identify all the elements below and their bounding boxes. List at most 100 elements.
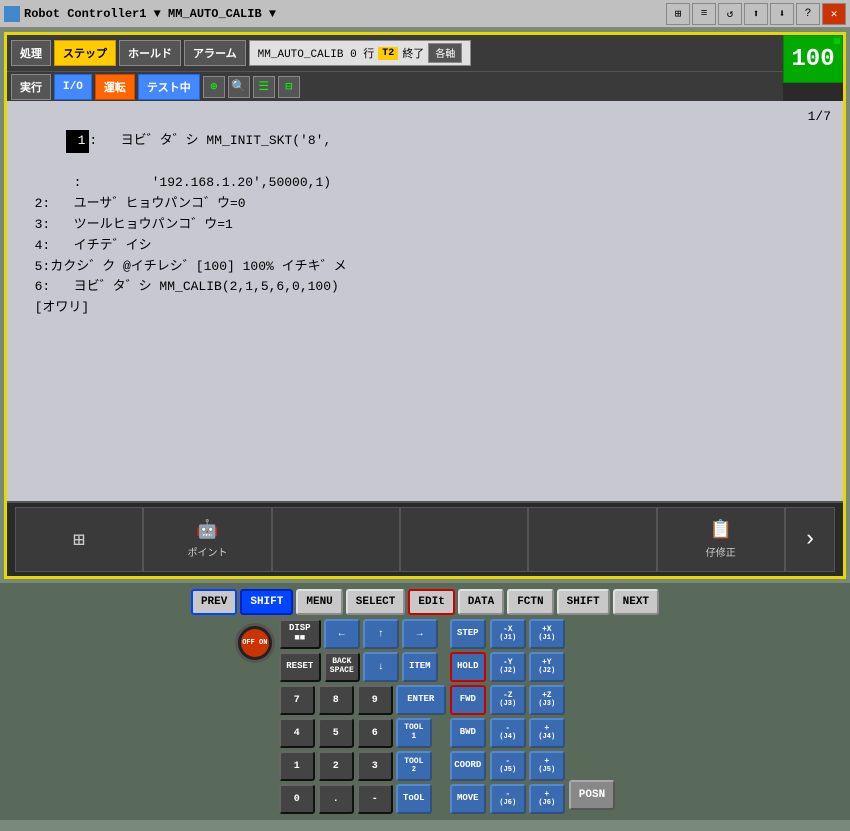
fn-correction-btn[interactable]: 📋 仔修正 [657, 507, 785, 572]
disp-key[interactable]: DISP■■ [279, 619, 321, 649]
j3-neg-key[interactable]: -Z(J3) [490, 685, 526, 715]
hold-btn[interactable]: ホールド [119, 40, 181, 66]
dot-key[interactable]: . [318, 784, 354, 814]
j4-row: -(J4) +(J4) [490, 718, 565, 748]
posn-btn[interactable]: POSN [569, 780, 615, 810]
j6-row: -(J6) +(J6) [490, 784, 565, 814]
coord-key[interactable]: COORD [450, 751, 486, 781]
kb-col-left1: DISP■■ ← ↑ → RESET BACKSPACE ↓ ITEM 7 8 … [279, 619, 446, 814]
arrow-up-key[interactable]: ↑ [363, 619, 399, 649]
fn-panel: ⊞ 🤖 ポイント 📋 仔修正 › [7, 501, 843, 576]
fwd-key[interactable]: FWD [450, 685, 486, 715]
tool-label-key[interactable]: TOOL2 [396, 751, 432, 781]
j2-row: -Y(J2) +Y(J2) [490, 652, 565, 682]
j4-pos-key[interactable]: +(J4) [529, 718, 565, 748]
line-num-highlight: 1 [66, 130, 90, 153]
j5-pos-key[interactable]: +(J5) [529, 751, 565, 781]
minus-key[interactable]: - [357, 784, 393, 814]
zoom-btn[interactable]: 🔍 [228, 76, 250, 98]
hold-key[interactable]: HOLD [450, 652, 486, 682]
j1-neg-key[interactable]: -X(J1) [490, 619, 526, 649]
shori-btn[interactable]: 処理 [11, 40, 51, 66]
num4-key[interactable]: 4 [279, 718, 315, 748]
arrow-down-key[interactable]: ↓ [363, 652, 399, 682]
unten-btn[interactable]: 運転 [95, 74, 135, 100]
j6-pos-key[interactable]: +(J6) [529, 784, 565, 814]
robot-icon: 🤖 [196, 519, 218, 541]
fn-grid-btn[interactable]: ⊞ [15, 507, 143, 572]
j6-neg-key[interactable]: -(J6) [490, 784, 526, 814]
zoom-plus-icon[interactable]: ⊕ [203, 76, 225, 98]
download-btn[interactable]: ⬇ [770, 3, 794, 25]
j1-row: -X(J1) +X(J1) [490, 619, 565, 649]
code-line-3: 3: ツールヒョウパンコ゛ウ=1 [19, 215, 831, 236]
num0-key[interactable]: 0 [279, 784, 315, 814]
alarm-btn[interactable]: アラーム [184, 40, 246, 66]
num1-key[interactable]: 1 [279, 751, 315, 781]
prev-key[interactable]: PREV [191, 589, 237, 615]
edit-key[interactable]: EDIt [408, 589, 454, 615]
step-btn[interactable]: ステップ [54, 40, 116, 66]
move-key[interactable]: MOVE [450, 784, 486, 814]
title-bar-text: Robot Controller1 ▼ MM_AUTO_CALIB ▼ [24, 7, 666, 21]
select-key[interactable]: SELECT [346, 589, 406, 615]
num9-key[interactable]: 9 [357, 685, 393, 715]
fn-empty3 [528, 507, 656, 572]
arrow-left-key[interactable]: ← [324, 619, 360, 649]
kakujiku-badge: 各軸 [428, 43, 462, 63]
next-key[interactable]: NEXT [613, 589, 659, 615]
test-btn[interactable]: テスト中 [138, 74, 200, 100]
j5-neg-key[interactable]: -(J5) [490, 751, 526, 781]
j4-neg-key[interactable]: -(J4) [490, 718, 526, 748]
item-key[interactable]: ITEM [402, 652, 438, 682]
code-line-5: 5:カクシ゛ク @イチレシ゛[100] 100% イチキ゛メ [19, 257, 831, 278]
shift2-key[interactable]: SHIFT [557, 589, 610, 615]
j2-pos-key[interactable]: +Y(J2) [529, 652, 565, 682]
menu-key[interactable]: MENU [296, 589, 342, 615]
reset-key[interactable]: RESET [279, 652, 321, 682]
data-key[interactable]: DATA [458, 589, 504, 615]
fn-next-icon: › [803, 527, 816, 552]
grid-view-btn[interactable]: ⊞ [666, 3, 690, 25]
list-view-btn[interactable]: ≡ [692, 3, 716, 25]
refresh-btn[interactable]: ↺ [718, 3, 742, 25]
j3-pos-key[interactable]: +Z(J3) [529, 685, 565, 715]
num8-key[interactable]: 8 [318, 685, 354, 715]
split-icon[interactable]: ⊟ [278, 76, 300, 98]
fn-robot-btn[interactable]: 🤖 ポイント [143, 507, 271, 572]
close-btn[interactable]: ✕ [822, 3, 846, 25]
fn-next-btn[interactable]: › [785, 507, 835, 572]
code-footer: [オワリ] [19, 298, 831, 319]
code-line-6: 6: ヨビ゛タ゛シ MM_CALIB(2,1,5,6,0,100) [19, 277, 831, 298]
tool1-key[interactable]: TOOL1 [396, 718, 432, 748]
kb-row3: 7 8 9 ENTER [279, 685, 446, 715]
help-btn[interactable]: ? [796, 3, 820, 25]
off-on-btn[interactable]: OFF ON [235, 623, 275, 663]
tool-key[interactable]: ToOL [396, 784, 432, 814]
page-number: 1/7 [808, 109, 831, 124]
enter-key[interactable]: ENTER [396, 685, 446, 715]
num5-key[interactable]: 5 [318, 718, 354, 748]
num7-key[interactable]: 7 [279, 685, 315, 715]
bwd-key[interactable]: BWD [450, 718, 486, 748]
num2-key[interactable]: 2 [318, 751, 354, 781]
kb-row1: DISP■■ ← ↑ → [279, 619, 446, 649]
code-line-2: 2: ユーサ゛ヒョウパンコ゛ウ=0 [19, 194, 831, 215]
fkey-row: PREV SHIFT MENU SELECT EDIt DATA FCTN SH… [0, 589, 850, 615]
fctn-key[interactable]: FCTN [507, 589, 553, 615]
menu-icon[interactable]: ☰ [253, 76, 275, 98]
j2-neg-key[interactable]: -Y(J2) [490, 652, 526, 682]
io-btn[interactable]: I/O [54, 74, 92, 100]
num6-key[interactable]: 6 [357, 718, 393, 748]
jikko-btn[interactable]: 実行 [11, 74, 51, 100]
shift-key[interactable]: SHIFT [240, 589, 293, 615]
j1-pos-key[interactable]: +X(J1) [529, 619, 565, 649]
code-line-4: 4: イチテ゛イシ [19, 236, 831, 257]
upload-btn[interactable]: ⬆ [744, 3, 768, 25]
backspace-key[interactable]: BACKSPACE [324, 652, 360, 682]
num3-key[interactable]: 3 [357, 751, 393, 781]
step-key[interactable]: STEP [450, 619, 486, 649]
code-line-cont: : '192.168.1.20',50000,1) [19, 173, 831, 194]
arrow-right-key[interactable]: → [402, 619, 438, 649]
j3-row: -Z(J3) +Z(J3) [490, 685, 565, 715]
